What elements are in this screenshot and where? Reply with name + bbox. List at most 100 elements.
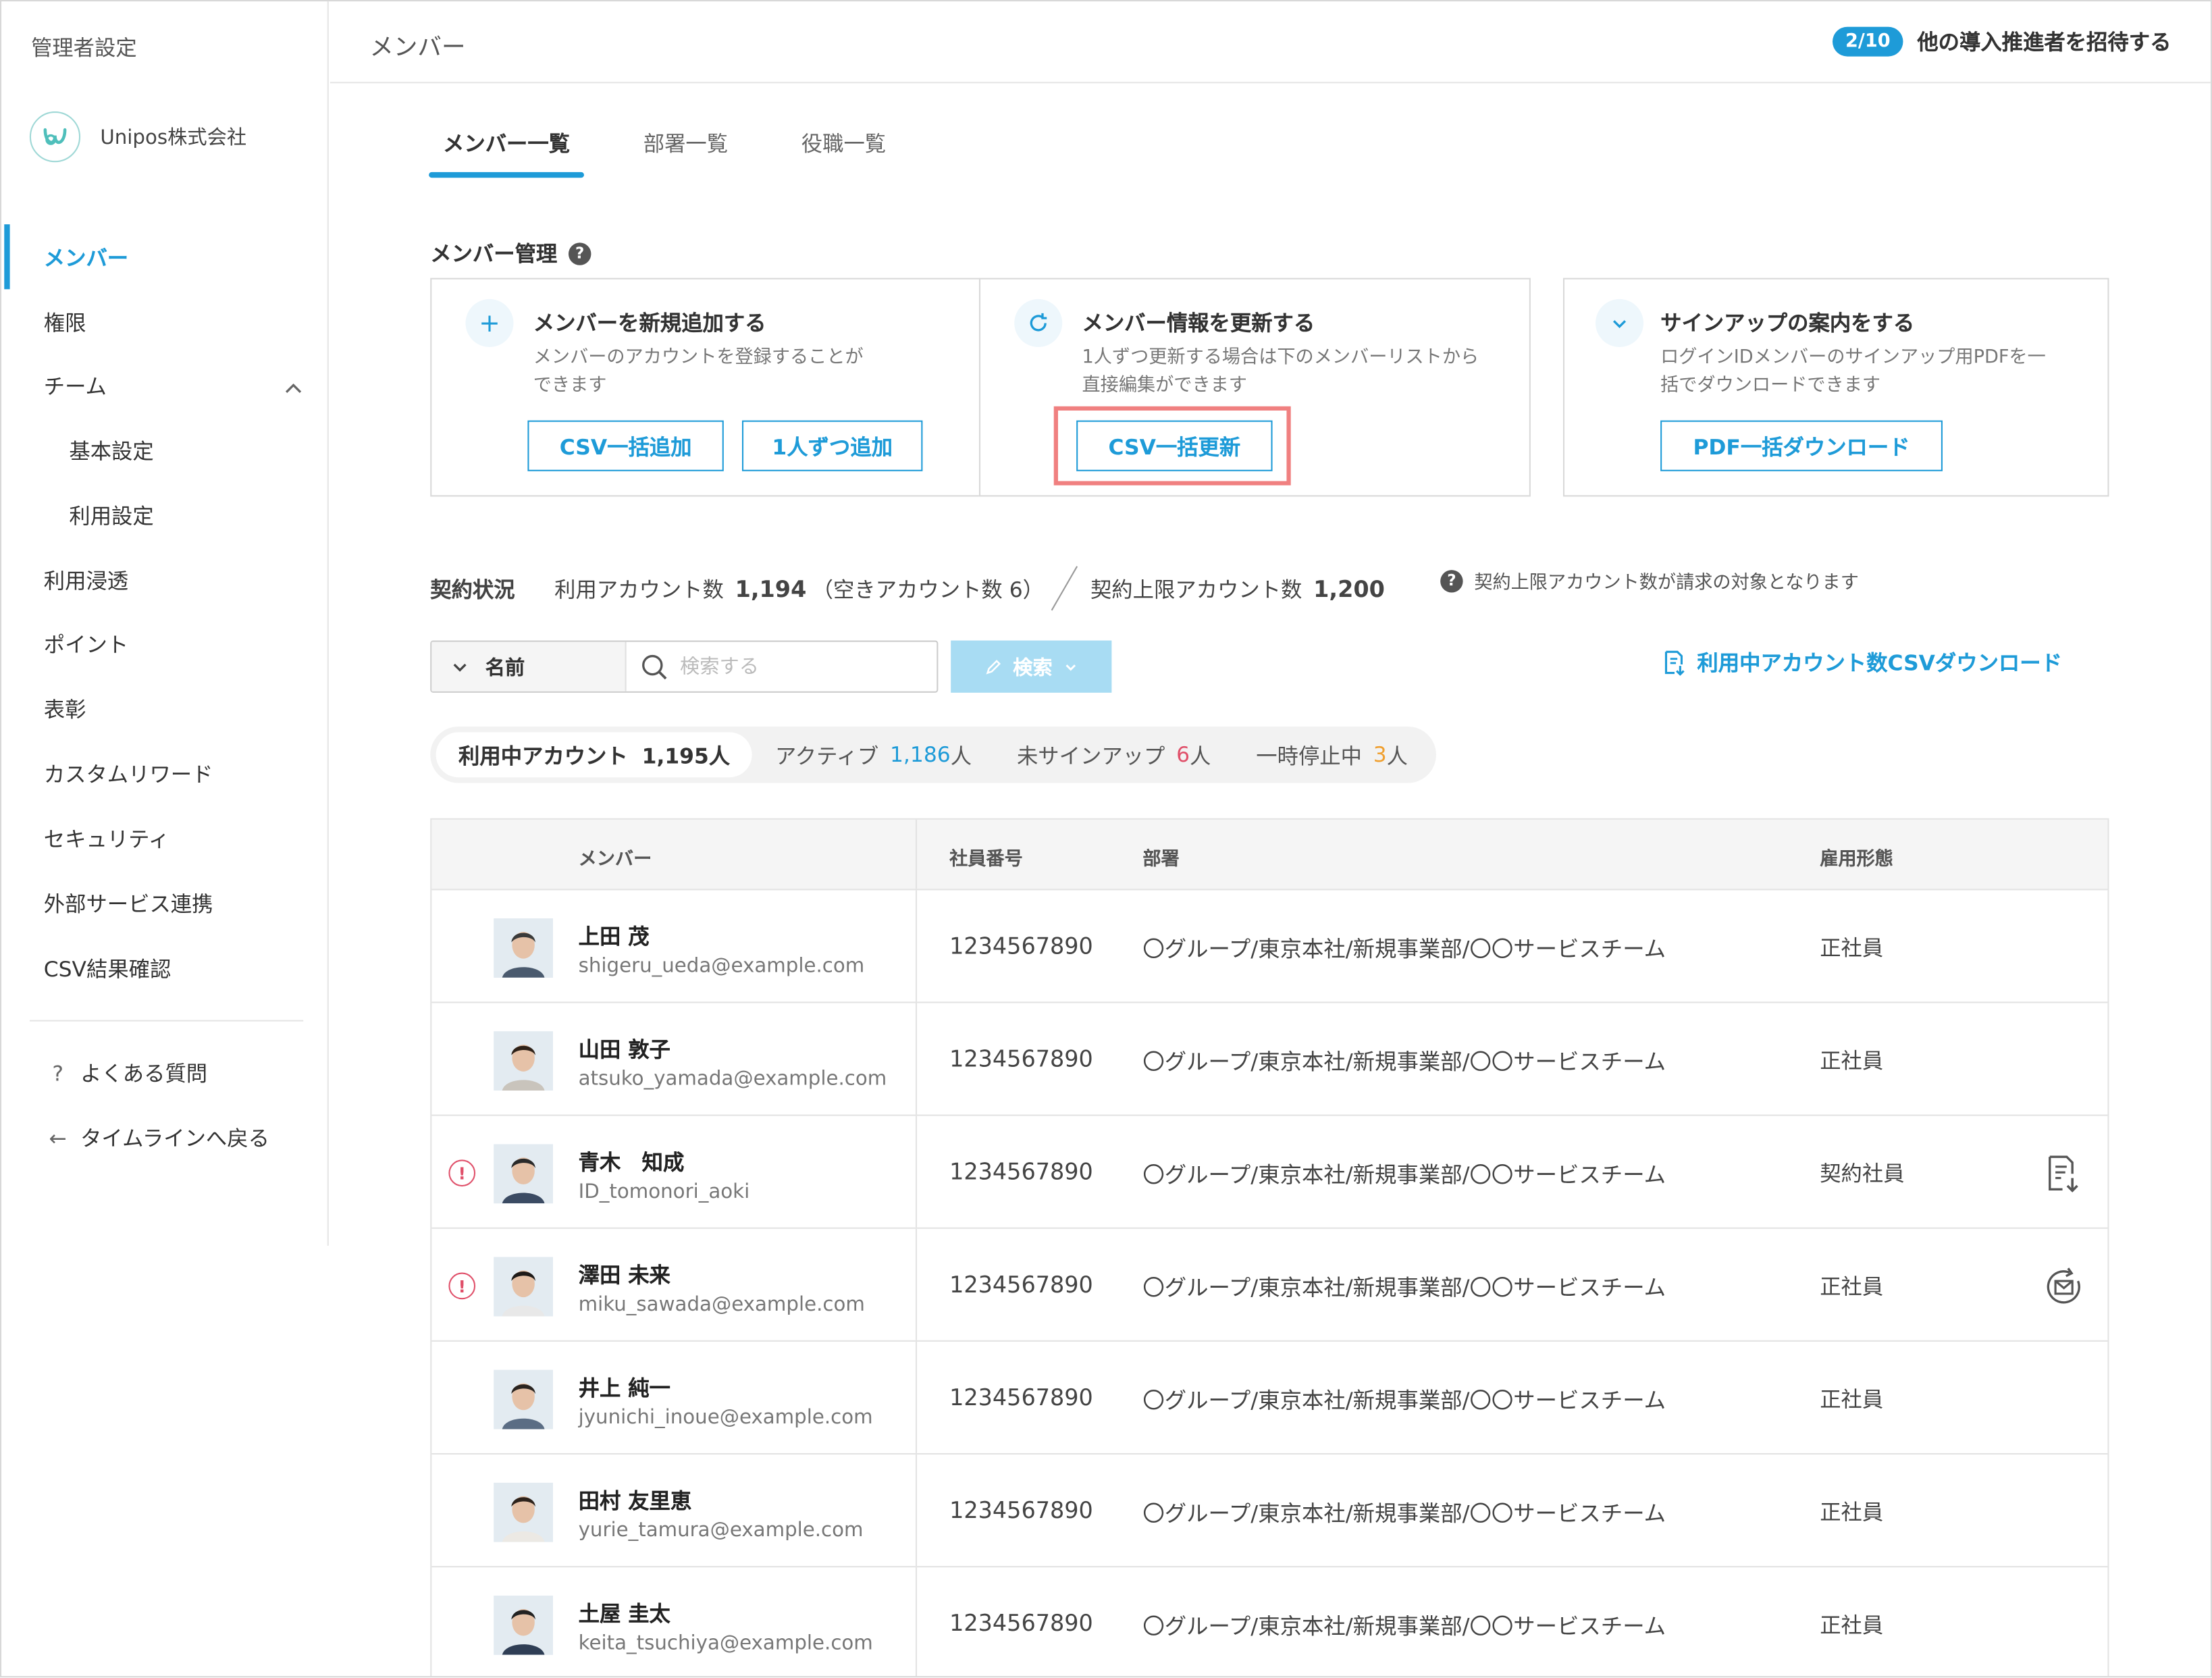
sidebar-title: 管理者設定 [30,35,137,61]
download-document-icon[interactable] [2040,1150,2088,1198]
table-row[interactable]: ! 澤田 未来 miku_sawada@example.com 1234567890 〇… [431,1228,2108,1342]
column-header-employment-type: 雇用形態 [1820,849,1893,871]
help-icon[interactable]: ? [569,242,591,265]
employment-type: 正社員 [1820,1613,1884,1638]
sidebar-item-custom-rewards[interactable]: カスタムリワード [44,759,213,789]
column-header-employee-number: 社員番号 [949,849,1023,871]
department: 〇グループ/東京本社/新規事業部/〇〇サービスチーム [1142,1388,1666,1414]
member-management-heading: メンバー管理 ? [430,238,591,268]
sidebar-item-csv-results[interactable]: CSV結果確認 [44,953,172,983]
table-row[interactable]: 田村 友里恵 yurie_tamura@example.com 1234567890… [431,1454,2108,1568]
table-row[interactable]: 山田 敦子 atsuko_yamada@example.com 1234567890… [431,1003,2108,1116]
tab-member-list[interactable]: メンバー一覧 [429,128,585,178]
pdf-bulk-download-button[interactable]: PDF一括ダウンロード [1660,420,1943,471]
chevron-up-icon[interactable] [284,378,303,398]
avatar [494,918,554,978]
arrow-left-icon: ← [49,1125,67,1151]
card-desc-line: メンバーのアカウントを登録することが [533,346,864,369]
member-name[interactable]: 田村 友里恵 [579,1486,692,1515]
avatar [494,1144,554,1204]
highlight-frame [1053,406,1291,486]
search-button[interactable]: 検索 [951,640,1112,693]
resend-mail-icon[interactable] [2040,1263,2088,1311]
member-name[interactable]: 上田 茂 [579,921,650,951]
column-divider [915,1228,918,1340]
filter-suspended[interactable]: 一時停止中 3 人 [1234,732,1431,777]
search-button-label: 検索 [1013,656,1053,679]
sidebar-item-integrations[interactable]: 外部サービス連携 [44,889,213,918]
contract-note: ? 契約上限アカウント数が請求の対象となります [1440,567,1859,594]
column-divider [915,1003,918,1115]
sidebar-item-security[interactable]: セキュリティ [44,824,169,854]
department: 〇グループ/東京本社/新規事業部/〇〇サービスチーム [1142,1049,1666,1076]
member-name[interactable]: 土屋 圭太 [579,1598,670,1628]
employment-type: 正社員 [1820,1274,1884,1300]
invite-label: 他の導入推進者を招待する [1917,29,2171,55]
table-row[interactable]: 土屋 圭太 keita_tsuchiya@example.com 123456789… [431,1567,2107,1677]
filter-count: 1,195人 [641,743,731,768]
table-row[interactable]: ! 青木 知成 ID_tomonori_aoki 1234567890 〇グループ/東京… [431,1116,2108,1229]
tab-position-list[interactable]: 役職一覧 [787,128,900,178]
free-accounts-text: （空きアカウント数 6） [812,576,1045,602]
table-row[interactable]: 井上 純一 jyunichi_inoue@example.com 123456789… [431,1341,2108,1455]
add-one-by-one-button[interactable]: 1人ずつ追加 [741,420,923,471]
separator [1051,566,1078,611]
search-field-select[interactable]: 名前 [431,641,627,691]
card-title: メンバー情報を更新する [1082,310,1315,336]
column-divider [915,1454,918,1567]
card-desc-line: ログインIDメンバーのサインアップ用PDFを一 [1660,346,2046,369]
alert-icon[interactable]: ! [448,1159,476,1187]
employment-type: 正社員 [1820,935,1884,961]
employee-number: 1234567890 [949,1496,1093,1524]
filter-active-accounts[interactable]: 利用中アカウント 1,195人 [436,732,753,778]
filter-label: 利用中アカウント [458,743,628,768]
add-members-card: + メンバーを新規追加する メンバーのアカウントを登録することが できます CS… [430,278,981,497]
limit-accounts-label: 契約上限アカウント数 [1090,576,1302,602]
filter-not-signed-up[interactable]: 未サインアップ 6 人 [995,732,1234,777]
member-name[interactable]: 井上 純一 [579,1373,670,1402]
column-header-department: 部署 [1142,849,1180,871]
admin-settings-page: 管理者設定 Unipos株式会社 メンバー 権限 チーム 基本設定 利用設定 利… [0,0,2212,1678]
filter-count: 6 [1176,741,1190,768]
sidebar-item-members[interactable]: メンバー [44,242,128,272]
avatar [494,1031,554,1091]
invite-promoter-button[interactable]: 2/10 他の導入推進者を招待する [1833,26,2171,57]
sidebar-item-awards[interactable]: 表彰 [44,694,86,724]
sidebar-item-points[interactable]: ポイント [44,629,128,659]
table-row[interactable]: 上田 茂 shigeru_ueda@example.com 1234567890 〇グ… [431,890,2108,1003]
member-search: 名前 [430,640,939,693]
back-to-timeline-link[interactable]: ← タイムラインへ戻る [47,1123,269,1153]
csv-download-label: 利用中アカウント数CSVダウンロード [1697,650,2062,676]
tab-department-list[interactable]: 部署一覧 [629,128,742,178]
member-name[interactable]: 山田 敦子 [579,1034,670,1064]
document-download-icon [1664,650,1685,675]
faq-label: よくある質問 [80,1061,208,1086]
sidebar-item-usage-settings[interactable]: 利用設定 [69,501,153,531]
member-name[interactable]: 澤田 未来 [579,1260,670,1290]
chevron-down-icon [453,662,467,671]
column-header-member: メンバー [578,849,652,871]
avatar [494,1595,554,1655]
contract-note-text: 契約上限アカウント数が請求の対象となります [1474,573,1859,594]
used-accounts-label: 利用アカウント数 [554,576,724,602]
column-divider [915,1341,918,1453]
search-icon [642,654,667,679]
faq-link[interactable]: ? よくある質問 [47,1058,207,1088]
csv-bulk-add-button[interactable]: CSV一括追加 [527,420,724,471]
filter-active[interactable]: アクティブ 1,186 人 [753,732,995,777]
sidebar-item-permissions[interactable]: 権限 [44,307,86,337]
back-label: タイムラインへ戻る [80,1126,269,1151]
limit-accounts-value: 1,200 [1313,575,1385,602]
column-divider [915,1116,918,1228]
alert-icon[interactable]: ! [448,1272,476,1300]
sidebar-item-adoption[interactable]: 利用浸透 [44,566,128,596]
member-email: atsuko_yamada@example.com [578,1068,887,1091]
member-email: yurie_tamura@example.com [578,1519,864,1542]
member-name[interactable]: 青木 知成 [579,1147,685,1177]
sidebar-item-basic-settings[interactable]: 基本設定 [69,436,153,466]
check-icon [1595,298,1644,347]
search-input[interactable] [680,655,906,678]
member-email: shigeru_ueda@example.com [578,955,865,978]
sidebar-item-team[interactable]: チーム [44,371,107,400]
csv-download-link[interactable]: 利用中アカウント数CSVダウンロード [1663,648,2062,677]
